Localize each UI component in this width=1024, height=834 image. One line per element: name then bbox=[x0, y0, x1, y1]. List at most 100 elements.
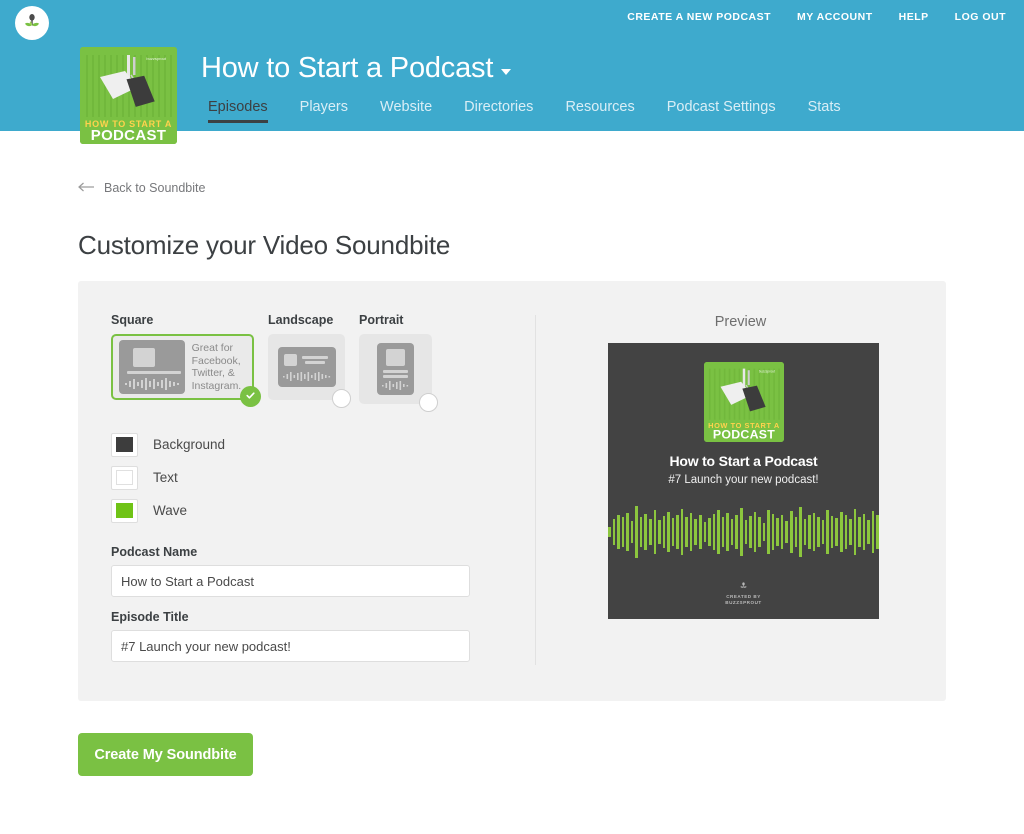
format-card-landscape[interactable] bbox=[268, 334, 351, 408]
tab-website[interactable]: Website bbox=[364, 99, 448, 123]
nav-create-a-new-podcast[interactable]: CREATE A NEW PODCAST bbox=[627, 11, 771, 23]
waveform-bar bbox=[812, 513, 816, 551]
waveform-bar bbox=[871, 511, 875, 553]
tab-stats[interactable]: Stats bbox=[792, 99, 857, 123]
panel-divider bbox=[535, 315, 536, 665]
waveform-bar bbox=[608, 527, 611, 537]
waveform-bar bbox=[726, 513, 729, 551]
waveform-bar bbox=[639, 517, 643, 547]
podcast-cover-art[interactable]: HOW TO START A PODCAST buzzsprout bbox=[80, 47, 177, 144]
nav-log-out[interactable]: LOG OUT bbox=[955, 11, 1006, 23]
format-radio-portrait[interactable] bbox=[419, 393, 438, 412]
waveform-bar bbox=[717, 510, 720, 554]
episode-title-label: Episode Title bbox=[111, 610, 189, 624]
waveform-bar bbox=[626, 513, 629, 551]
preview-heading: Preview bbox=[714, 314, 767, 330]
square-thumbnail-icon bbox=[119, 340, 185, 394]
nav-my-account[interactable]: MY ACCOUNT bbox=[797, 11, 873, 23]
swatch-picker-wave[interactable] bbox=[111, 498, 138, 523]
waveform-bar bbox=[630, 521, 634, 543]
waveform-bar bbox=[821, 520, 825, 544]
waveform-bar bbox=[794, 517, 798, 547]
waveform-bar bbox=[749, 516, 752, 548]
waveform-bar bbox=[762, 523, 766, 541]
svg-text:PODCAST: PODCAST bbox=[712, 428, 774, 442]
waveform-bar bbox=[708, 518, 711, 546]
utility-nav: CREATE A NEW PODCAST MY ACCOUNT HELP LOG… bbox=[627, 11, 1006, 23]
check-icon bbox=[245, 388, 256, 406]
chevron-down-icon bbox=[501, 68, 512, 75]
nav-help[interactable]: HELP bbox=[899, 11, 929, 23]
waveform-bar bbox=[612, 519, 616, 545]
swatch-picker-background[interactable] bbox=[111, 432, 138, 457]
waveform-bar bbox=[621, 517, 625, 547]
waveform-bar bbox=[758, 517, 761, 547]
waveform-bar bbox=[767, 510, 770, 554]
format-label-square: Square bbox=[111, 313, 154, 327]
waveform-bar bbox=[858, 517, 861, 547]
tab-players[interactable]: Players bbox=[284, 99, 364, 123]
create-my-soundbite-button[interactable]: Create My Soundbite bbox=[78, 733, 253, 776]
waveform-bar bbox=[680, 509, 684, 555]
waveform-bar bbox=[853, 509, 857, 555]
format-card-portrait[interactable] bbox=[359, 334, 438, 412]
waveform-bar bbox=[676, 515, 679, 549]
waveform-bar bbox=[694, 519, 698, 545]
format-radio-landscape[interactable] bbox=[332, 389, 351, 408]
format-option-square[interactable]: Square Great for Facebook, Twitter, & In… bbox=[111, 313, 261, 407]
format-card-square[interactable]: Great for Facebook, Twitter, & Instagram… bbox=[111, 334, 261, 407]
preview-footer-line2: BUZZSPROUT bbox=[725, 600, 762, 605]
waveform-bar bbox=[662, 516, 666, 548]
format-label-portrait: Portrait bbox=[359, 313, 404, 327]
waveform-bar bbox=[671, 518, 675, 546]
waveform-bar bbox=[830, 516, 834, 548]
landscape-thumbnail-icon bbox=[277, 347, 336, 387]
arrow-left-icon bbox=[78, 181, 95, 195]
swatch-label-text: Text bbox=[153, 470, 178, 485]
buzzsprout-logo[interactable] bbox=[15, 6, 49, 40]
back-to-soundbite-link[interactable]: Back to Soundbite bbox=[78, 181, 205, 195]
format-option-portrait[interactable]: Portrait bbox=[359, 313, 438, 412]
swatch-label-wave: Wave bbox=[153, 503, 188, 518]
waveform-bar bbox=[862, 514, 866, 550]
svg-text:buzzsprout: buzzsprout bbox=[758, 370, 774, 374]
waveform-bar bbox=[835, 518, 838, 546]
format-hint-square: Great for Facebook, Twitter, & Instagram… bbox=[191, 342, 242, 392]
customize-panel: Square Great for Facebook, Twitter, & In… bbox=[78, 281, 946, 701]
tab-podcast-settings[interactable]: Podcast Settings bbox=[651, 99, 792, 123]
episode-title-input[interactable] bbox=[111, 630, 470, 662]
waveform-bar bbox=[844, 515, 848, 549]
color-swatches: Background Text Wave bbox=[111, 428, 225, 527]
waveform-bar bbox=[721, 517, 725, 547]
waveform-bar bbox=[839, 512, 843, 552]
swatch-label-background: Background bbox=[153, 437, 226, 452]
podcast-name-label: Podcast Name bbox=[111, 545, 198, 559]
page-title: Customize your Video Soundbite bbox=[78, 230, 451, 260]
top-bar: CREATE A NEW PODCAST MY ACCOUNT HELP LOG… bbox=[0, 0, 1024, 144]
waveform-bar bbox=[803, 519, 807, 545]
format-label-landscape: Landscape bbox=[268, 313, 334, 327]
podcast-name-input[interactable] bbox=[111, 565, 470, 597]
swatch-picker-text[interactable] bbox=[111, 465, 138, 490]
waveform-bar bbox=[653, 510, 657, 554]
waveform-bar bbox=[703, 522, 707, 542]
tab-directories[interactable]: Directories bbox=[448, 99, 549, 123]
waveform-bar bbox=[658, 520, 661, 544]
waveform-bar bbox=[867, 520, 870, 544]
podcast-name-field-group: Podcast Name bbox=[111, 545, 470, 597]
waveform-bar bbox=[617, 515, 620, 549]
format-option-landscape[interactable]: Landscape bbox=[268, 313, 351, 408]
waveform-bar bbox=[785, 521, 788, 543]
tab-episodes[interactable]: Episodes bbox=[201, 99, 284, 123]
waveform-bar bbox=[789, 511, 793, 553]
tab-resources[interactable]: Resources bbox=[549, 99, 650, 123]
preview-cover-art: HOW TO START A PODCAST buzzsprout bbox=[703, 362, 784, 442]
waveform-bar bbox=[712, 514, 716, 550]
format-radio-square-selected[interactable] bbox=[240, 386, 261, 407]
waveform-bar bbox=[699, 515, 702, 549]
sprout-icon bbox=[22, 11, 42, 36]
podcast-title-dropdown[interactable]: How to Start a Podcast bbox=[201, 52, 512, 85]
preview-canvas: HOW TO START A PODCAST buzzsprout How to… bbox=[608, 343, 879, 619]
waveform-bar bbox=[849, 519, 852, 545]
preview-subtitle: #7 Launch your new podcast! bbox=[668, 474, 819, 486]
